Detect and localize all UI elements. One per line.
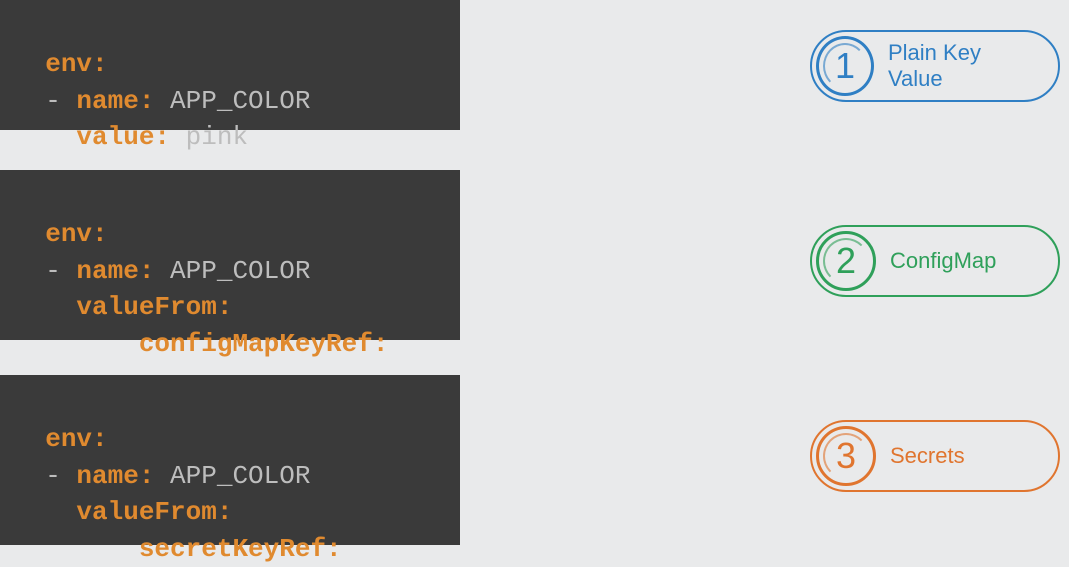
badge-number: 1: [835, 45, 855, 87]
badge-number-icon: 1: [816, 36, 874, 96]
badge-number: 3: [836, 435, 856, 477]
code-block-plain-kv: env: - name: APP_COLOR value: pink: [0, 0, 460, 130]
code-content: env: - name: APP_COLOR valueFrom: config…: [14, 219, 388, 358]
badge-number-icon: 2: [816, 231, 876, 291]
badge-number-icon: 3: [816, 426, 876, 486]
code-block-configmap: env: - name: APP_COLOR valueFrom: config…: [0, 170, 460, 340]
badge-number: 2: [836, 240, 856, 282]
badge-label: Secrets: [890, 443, 965, 469]
badge-plain-key-value: 1 Plain Key Value: [810, 30, 1060, 102]
badge-secrets: 3 Secrets: [810, 420, 1060, 492]
badge-label: ConfigMap: [890, 248, 996, 274]
code-content: env: - name: APP_COLOR value: pink: [14, 49, 310, 152]
badge-label: Plain Key Value: [888, 40, 1036, 92]
code-block-secret: env: - name: APP_COLOR valueFrom: secret…: [0, 375, 460, 545]
badge-configmap: 2 ConfigMap: [810, 225, 1060, 297]
